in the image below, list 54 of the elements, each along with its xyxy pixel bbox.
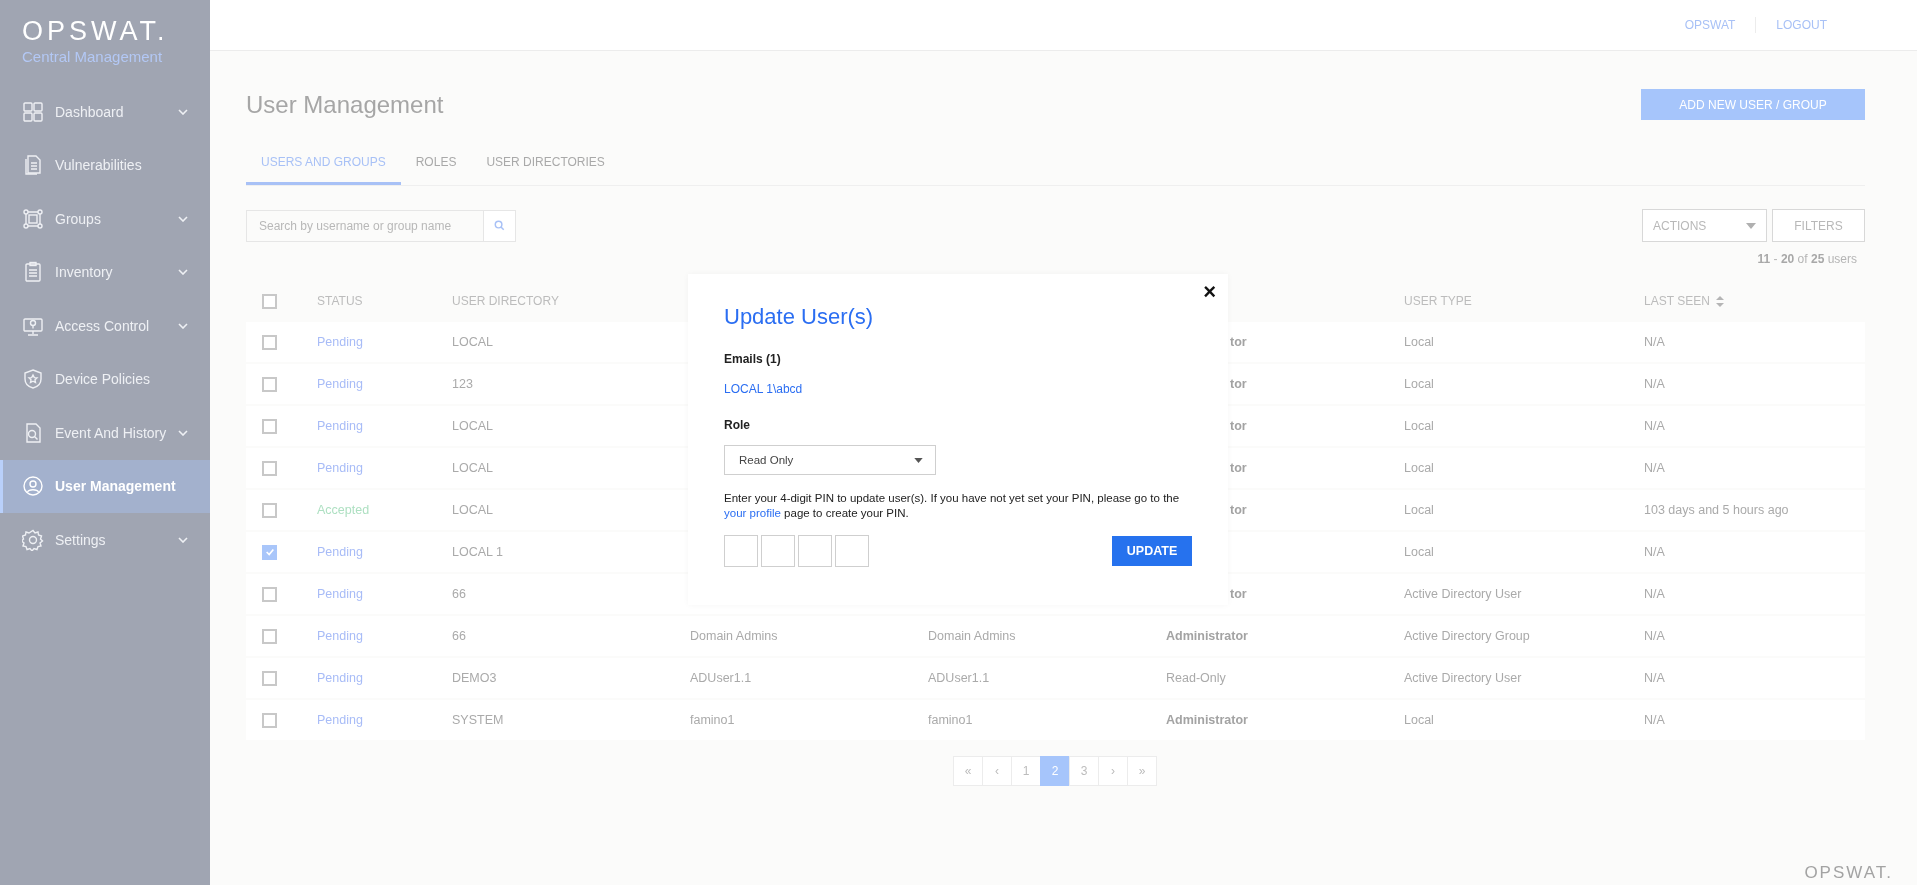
field-label: Emails (1) [724, 352, 782, 366]
table-cell-text: LOCAL [452, 503, 494, 517]
table-cell: tor [1230, 503, 1247, 517]
table-cell-text: N/A [1644, 545, 1666, 559]
table-cell: tor [1230, 419, 1247, 433]
table-cell: Domain Admins [928, 629, 1016, 643]
table-cell-text: Local [1404, 545, 1435, 559]
table-cell: tor [1230, 587, 1247, 601]
table-cell: tor [1230, 335, 1247, 349]
logo-subtitle: Central Management [22, 48, 164, 65]
table-cell-text: N/A [1644, 461, 1666, 475]
table-cell-text: Local [1404, 335, 1435, 349]
table-cell: famino1 [690, 713, 735, 727]
table-cell-text: N/A [1644, 713, 1666, 727]
table-cell-text: Local [1404, 377, 1435, 391]
table-cell-text: N/A [1644, 419, 1666, 433]
table-cell: Read-Only [1166, 671, 1226, 685]
table-cell: ADUser1.1 [928, 671, 990, 685]
table-cell-text: 66 [452, 629, 467, 643]
table-cell: Domain Admins [690, 629, 778, 643]
table-cell-text: LOCAL [452, 335, 494, 349]
table-cell: Administrator [1166, 629, 1248, 643]
table-cell-text: LOCAL [452, 461, 494, 475]
table-cell-text: Local [1404, 419, 1435, 433]
table-cell-text: Local [1404, 503, 1435, 517]
field-label: Role [724, 418, 751, 432]
table-cell: famino1 [928, 713, 973, 727]
dialog-title: Update User(s) [724, 304, 875, 330]
table-cell-text: N/A [1644, 629, 1666, 643]
table-cell-text: 103 days and 5 hours ago [1644, 503, 1790, 517]
table-cell: Administrator [1166, 713, 1248, 727]
table-cell-text: Active Directory User [1404, 671, 1523, 685]
pin-instructions: Enter your 4-digit PIN to update user(s). If you have not yet set your PIN, please go to the your profile page to create your PIN. [724, 491, 1181, 521]
result-count: 11 - 20 of 25 users [1756, 252, 1858, 266]
table-cell-text: Active Directory User [1404, 587, 1523, 601]
table-cell: tor [1230, 461, 1247, 475]
table-cell-text: Local [1404, 461, 1435, 475]
table-cell-text: DEMO3 [452, 671, 498, 685]
table-cell-text: Active Directory Group [1404, 629, 1531, 643]
page-title: User Management [246, 90, 444, 119]
table-cell-text: N/A [1644, 671, 1666, 685]
table-cell-text: LOCAL 1 [452, 545, 504, 559]
table-cell-text: 123 [452, 377, 474, 391]
footer-logo: OPSWAT. [1804, 863, 1893, 883]
logo: OPSWAT. [22, 16, 170, 46]
table-cell-text: N/A [1644, 377, 1666, 391]
table-cell-text: SYSTEM [452, 713, 505, 727]
table-cell: ADUser1.1 [690, 671, 752, 685]
table-cell-text: 66 [452, 587, 467, 601]
table-cell: tor [1230, 377, 1247, 391]
table-cell-text: LOCAL [452, 419, 494, 433]
table-cell-text: N/A [1644, 587, 1666, 601]
table-cell-text: Local [1404, 713, 1435, 727]
table-cell-text: N/A [1644, 335, 1666, 349]
